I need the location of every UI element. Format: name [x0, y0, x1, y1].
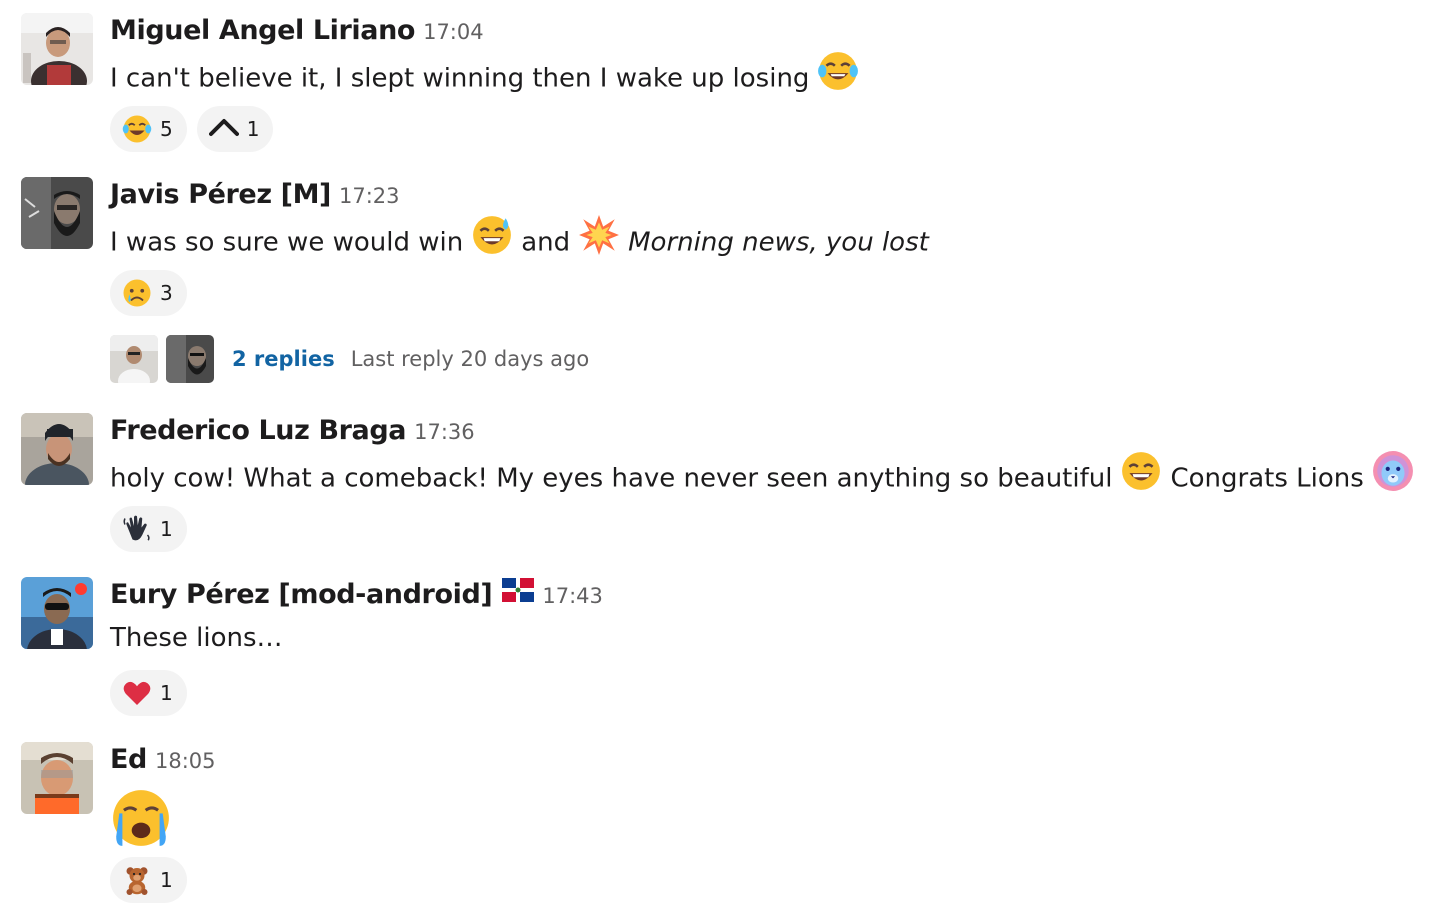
thread-replies-link[interactable]: 2 replies	[232, 347, 335, 371]
reactions: 3	[110, 270, 187, 316]
message-text-part: I can't believe it, I slept winning then…	[110, 63, 810, 94]
reaction-count: 1	[160, 681, 173, 705]
teddy-bear-icon	[122, 865, 152, 895]
thread-last-reply: Last reply 20 days ago	[350, 347, 590, 371]
reaction-count: 1	[160, 868, 173, 892]
message-text-part: holy cow! What a comeback! My eyes have …	[110, 463, 1113, 494]
avatar[interactable]	[21, 13, 93, 85]
thread-participant-avatar	[166, 335, 214, 383]
message-text-part: Congrats Lions	[1170, 463, 1364, 494]
reaction-count: 5	[160, 117, 173, 141]
sender-name[interactable]: Ed	[110, 744, 147, 775]
message-header: Eury Pérez [mod-android] 17:43	[110, 578, 603, 614]
avatar[interactable]	[21, 177, 93, 249]
reaction-heart[interactable]: 1	[110, 670, 187, 716]
message-text-part: I was so sure we would win	[110, 227, 464, 258]
sob-emoji-icon	[110, 787, 172, 859]
boom-emoji-icon	[578, 214, 620, 266]
reactions: 1	[110, 670, 187, 716]
reaction-count: 1	[160, 517, 173, 541]
thread-participant-avatar	[110, 335, 158, 383]
timestamp[interactable]: 17:43	[542, 584, 603, 608]
lion-emoji-icon	[1372, 450, 1414, 502]
message-text-part: and	[521, 227, 571, 258]
sender-name[interactable]: Frederico Luz Braga	[110, 415, 407, 446]
message-text: I was so sure we would win and Morning n…	[110, 215, 929, 266]
timestamp[interactable]: 17:04	[423, 20, 484, 44]
sender-name[interactable]: Eury Pérez [mod-android]	[110, 579, 493, 610]
heart-icon	[122, 678, 152, 708]
thread-summary[interactable]: 2 replies Last reply 20 days ago	[110, 335, 589, 383]
reaction-count: 1	[246, 117, 260, 141]
timestamp[interactable]: 17:23	[339, 184, 400, 208]
message-text: holy cow! What a comeback! My eyes have …	[110, 451, 1422, 502]
message-text-part: These lions…	[110, 623, 283, 653]
caret-up-icon	[208, 114, 239, 144]
wave-hand-icon	[122, 514, 152, 544]
avatar[interactable]	[21, 577, 93, 649]
timestamp[interactable]: 17:36	[414, 420, 475, 444]
reaction-caret-up[interactable]: 1	[196, 106, 274, 152]
message-header: Ed 18:05	[110, 744, 216, 779]
smile-emoji-icon	[1120, 450, 1162, 502]
reaction-wave[interactable]: 1	[110, 506, 187, 552]
joy-icon	[122, 114, 152, 144]
joy-emoji-icon	[817, 50, 859, 102]
message-header: Miguel Angel Liriano 17:04	[110, 15, 484, 50]
message-text	[110, 787, 172, 859]
reaction-count: 3	[160, 281, 173, 305]
timestamp[interactable]: 18:05	[155, 749, 216, 773]
avatar[interactable]	[21, 413, 93, 485]
reaction-cry[interactable]: 3	[110, 270, 187, 316]
sender-name[interactable]: Javis Pérez [M]	[110, 179, 331, 210]
reactions: 1	[110, 857, 187, 903]
avatar[interactable]	[21, 742, 93, 814]
sender-name[interactable]: Miguel Angel Liriano	[110, 15, 415, 46]
message-text: I can't believe it, I slept winning then…	[110, 52, 867, 102]
message-header: Javis Pérez [M] 17:23	[110, 179, 400, 214]
reactions: 1	[110, 506, 187, 552]
reaction-teddy-bear[interactable]: 1	[110, 857, 187, 903]
cry-icon	[122, 278, 152, 308]
dominican-flag-icon	[502, 578, 535, 613]
reaction-joy[interactable]: 5	[110, 106, 187, 152]
message-text-part: Morning news, you lost	[628, 227, 929, 258]
message-text: These lions…	[110, 620, 283, 656]
reactions: 5 1	[110, 106, 274, 152]
message-header: Frederico Luz Braga 17:36	[110, 415, 475, 450]
sweat-smile-emoji-icon	[471, 214, 513, 266]
